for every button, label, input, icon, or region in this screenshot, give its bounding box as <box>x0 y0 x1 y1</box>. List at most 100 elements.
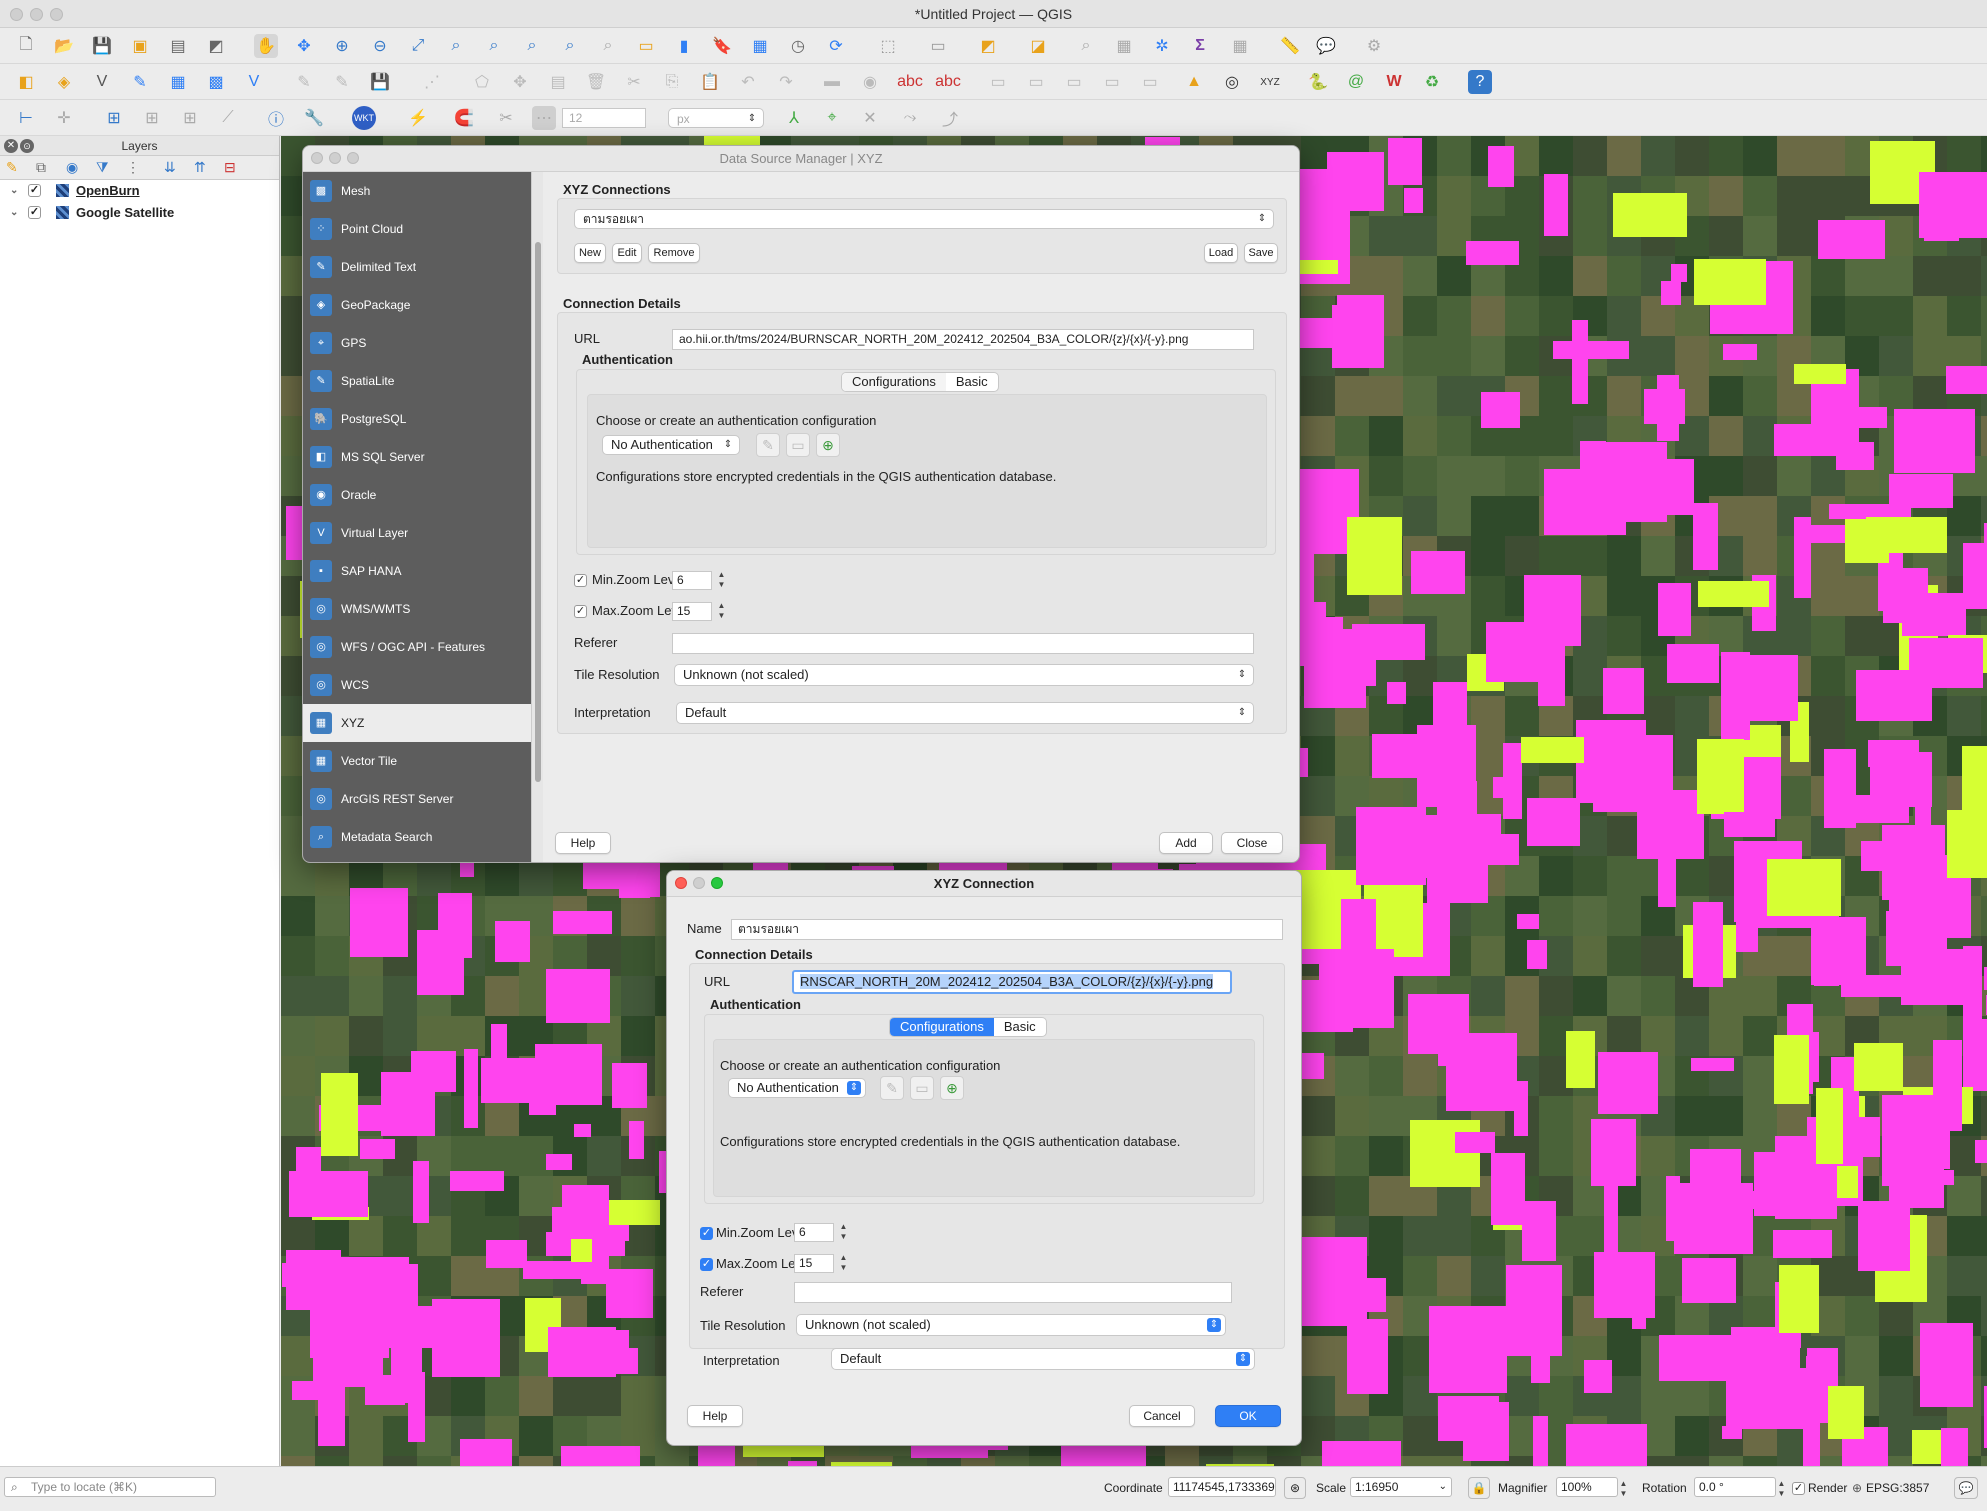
measure-line-icon[interactable]: 📏 <box>1278 34 1302 58</box>
zoom-in-icon[interactable]: ⊕ <box>330 34 354 58</box>
zoom-layer-icon[interactable]: ⌕ <box>482 34 506 58</box>
advanced-digitizing-icon[interactable]: ✛ <box>52 106 76 130</box>
modify-attributes-icon[interactable]: ▤ <box>546 70 570 94</box>
add-mesh-layer-icon[interactable]: ▩ <box>204 70 228 94</box>
xyz-edit-auth-icon[interactable]: ✎ <box>880 1076 904 1100</box>
xyz-max-zoom-stepper[interactable]: ▲ ▼ <box>838 1253 849 1273</box>
source-item[interactable]: ▦ XYZ <box>303 704 531 742</box>
add-group-icon[interactable]: ⧉ <box>36 159 46 176</box>
deselect-icon[interactable]: ◩ <box>976 34 1000 58</box>
edit-pencil-icon[interactable]: ✎ <box>292 70 316 94</box>
pan-map-icon[interactable]: ✋ <box>254 34 278 58</box>
referer-input[interactable] <box>672 633 1254 654</box>
xyz-close-dot[interactable] <box>675 877 687 889</box>
show-hide-labels-icon[interactable]: ▭ <box>986 70 1010 94</box>
dsm-add-button[interactable]: Add <box>1159 832 1213 854</box>
settings-wrench-icon[interactable]: 🔧 <box>302 106 326 130</box>
source-item[interactable]: ◎ ArcGIS REST Server <box>303 780 531 818</box>
source-item[interactable]: ◈ GeoPackage <box>303 286 531 324</box>
tab-configurations[interactable]: Configurations <box>842 373 946 391</box>
print-layout-icon[interactable]: ▤ <box>166 34 190 58</box>
source-item[interactable]: ◎ WFS / OGC API - Features <box>303 628 531 666</box>
xyz-tile-resolution-select[interactable]: Unknown (not scaled) ⇕ <box>796 1314 1226 1336</box>
xyz-min-zoom-checkbox[interactable]: ✓ <box>700 1227 713 1240</box>
dsm-minimize-dot[interactable] <box>329 152 341 164</box>
cut-features-icon[interactable]: ✂ <box>622 70 646 94</box>
rotation-stepper[interactable]: ▲ ▼ <box>1776 1479 1787 1499</box>
map-tips-icon[interactable]: 💬 <box>1314 34 1338 58</box>
change-label-icon[interactable]: ▭ <box>1100 70 1124 94</box>
bookmark-icon[interactable]: 🔖 <box>710 34 734 58</box>
select-location-icon[interactable]: ◪ <box>1026 34 1050 58</box>
add-delimited-text-icon[interactable]: ✎ <box>128 70 152 94</box>
move-feature-icon[interactable]: ✥ <box>508 70 532 94</box>
load-connections-button[interactable]: Load <box>1204 243 1238 263</box>
minimize-window-button[interactable] <box>30 8 43 21</box>
xyz-tab-basic[interactable]: Basic <box>994 1018 1046 1036</box>
plugin-settings-icon[interactable]: ⚙ <box>1362 34 1386 58</box>
expand-all-icon[interactable]: ⇊ <box>164 159 176 176</box>
pin-labels-icon[interactable]: abc <box>935 70 961 94</box>
auth-config-select[interactable]: No Authentication ⇕ <box>602 435 740 455</box>
save-project-icon[interactable]: 💾 <box>90 34 114 58</box>
name-input[interactable]: ตามรอยเผา <box>731 919 1283 940</box>
coordinate-input[interactable]: 11174545,1733369 <box>1168 1477 1276 1497</box>
crs-button[interactable]: EPSG:3857 <box>1866 1481 1929 1495</box>
new-3d-view-icon[interactable]: ▮ <box>672 34 696 58</box>
python-console-icon[interactable]: 🐍 <box>1306 70 1330 94</box>
rotate-label-icon[interactable]: ▭ <box>1062 70 1086 94</box>
min-zoom-input[interactable]: 6 <box>672 571 712 590</box>
xyz-cancel-button[interactable]: Cancel <box>1129 1405 1195 1427</box>
max-zoom-checkbox[interactable]: ✓ <box>574 605 587 618</box>
split-features-icon[interactable]: ✂ <box>494 106 518 130</box>
globe-plugin-icon[interactable]: ◎ <box>1220 70 1244 94</box>
url-input[interactable]: ao.hii.or.th/tms/2024/BURNSCAR_NORTH_20M… <box>672 329 1254 350</box>
layer-visibility-checkbox[interactable]: ✓ <box>28 184 41 197</box>
layer-item[interactable]: ⌄ ✓ Google Satellite <box>0 202 279 224</box>
add-virtual-layer-icon[interactable]: V <box>242 70 266 94</box>
xyz-minimize-dot[interactable] <box>693 877 705 889</box>
new-geopackage-icon[interactable]: ◈ <box>52 70 76 94</box>
source-item[interactable]: ◉ Oracle <box>303 476 531 514</box>
refresh-icon[interactable]: ⟳ <box>824 34 848 58</box>
xyz-add-auth-icon[interactable]: ⊕ <box>940 1076 964 1100</box>
float-panel-icon[interactable]: ⊙ <box>20 139 34 153</box>
new-connection-button[interactable]: New <box>574 243 606 263</box>
tile-resolution-select[interactable]: Unknown (not scaled) ⇕ <box>674 664 1254 686</box>
xyz-tab-configurations[interactable]: Configurations <box>890 1018 994 1036</box>
magnifier-input[interactable]: 100% <box>1556 1477 1618 1497</box>
xyz-min-zoom-input[interactable]: 6 <box>794 1223 834 1242</box>
measure-area-icon[interactable]: ⊞ <box>140 106 164 130</box>
triangle-plugin-icon[interactable]: ▲ <box>1182 70 1206 94</box>
collapse-all-icon[interactable]: ⇈ <box>194 159 206 176</box>
paste-features-icon[interactable]: 📋 <box>698 70 722 94</box>
add-vector-layer-icon[interactable]: V <box>90 70 114 94</box>
zoom-last-icon[interactable]: ⌕ <box>558 34 582 58</box>
dsm-zoom-dot[interactable] <box>347 152 359 164</box>
dsm-close-dot[interactable] <box>311 152 323 164</box>
source-item[interactable]: ▩ Mesh <box>303 172 531 210</box>
save-as-icon[interactable]: ▣ <box>128 34 152 58</box>
source-item[interactable]: ◎ WMS/WMTS <box>303 590 531 628</box>
offset-curve-icon[interactable]: ⤳ <box>898 106 922 130</box>
attribute-table-icon[interactable]: ▦ <box>1112 34 1136 58</box>
snap-tolerance-input[interactable]: 12 <box>562 108 646 128</box>
close-window-button[interactable] <box>10 8 23 21</box>
layer-item[interactable]: ⌄ ✓ OpenBurn <box>0 180 279 202</box>
remove-auth-icon[interactable]: ▭ <box>786 433 810 457</box>
locator-search-input[interactable]: ⌕ Type to locate (⌘K) <box>4 1477 216 1497</box>
xyz-ok-button[interactable]: OK <box>1215 1405 1281 1427</box>
refresh-plugin-icon[interactable]: ♻ <box>1420 70 1444 94</box>
info-icon[interactable]: ⓘ <box>264 106 288 130</box>
filter-legend-icon[interactable]: ⧩ <box>96 159 109 176</box>
magnifier-stepper[interactable]: ▲ ▼ <box>1618 1479 1629 1499</box>
pan-to-selection-icon[interactable]: ✥ <box>292 34 316 58</box>
zoom-selection-icon[interactable]: ⌕ <box>444 34 468 58</box>
redo-icon[interactable]: ↷ <box>774 70 798 94</box>
data-source-manager-icon[interactable]: ◧ <box>14 70 38 94</box>
new-project-icon[interactable]: 🗋 <box>14 34 38 58</box>
rotation-input[interactable]: 0.0 ° <box>1694 1477 1776 1497</box>
open-attribute-table-icon[interactable]: ▦ <box>1228 34 1252 58</box>
source-item[interactable]: ◧ MS SQL Server <box>303 438 531 476</box>
xyz-tiles-icon[interactable]: XYZ <box>1258 70 1282 94</box>
